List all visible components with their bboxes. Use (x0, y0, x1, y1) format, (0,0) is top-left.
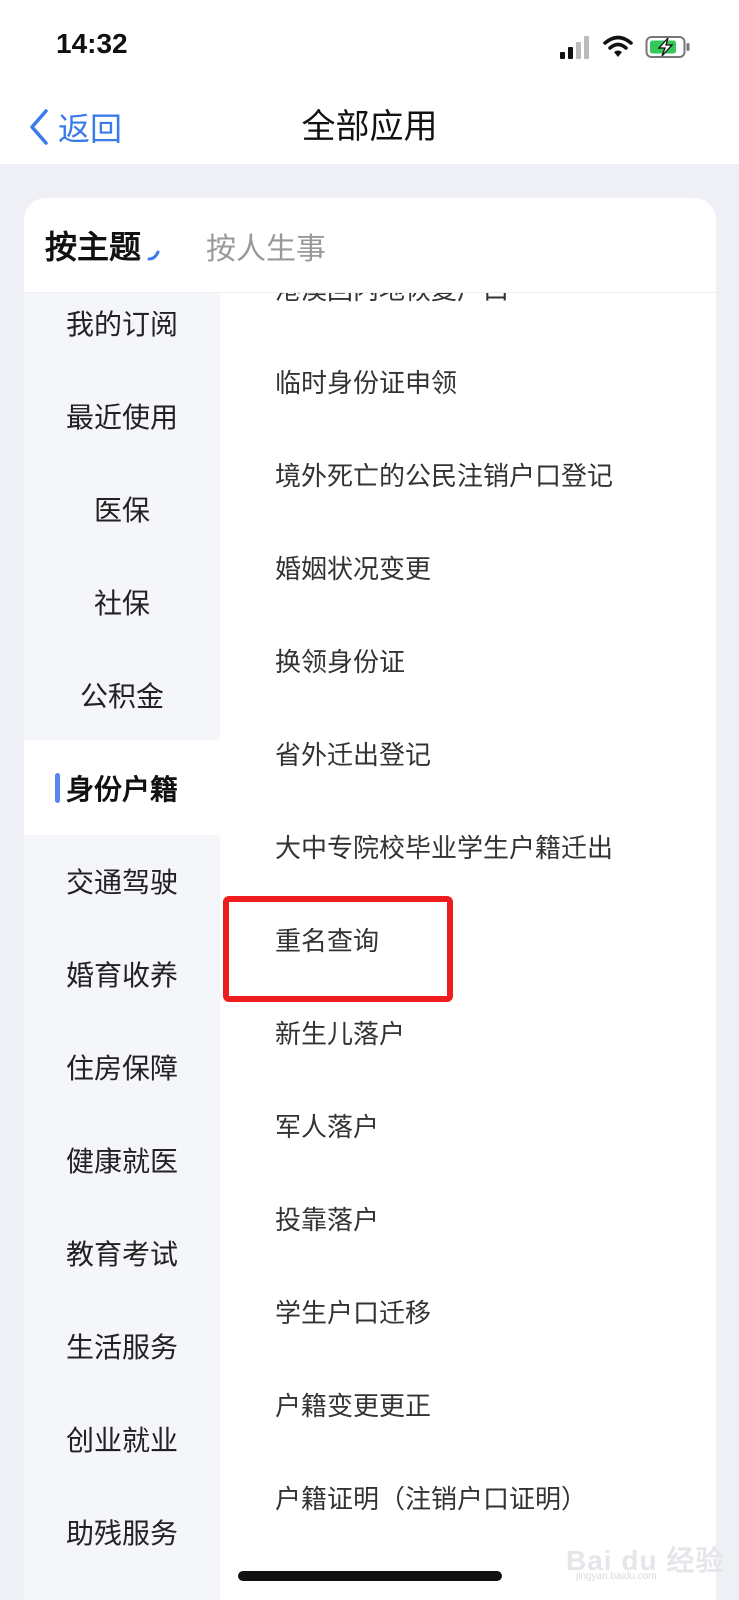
sidebar-item-traffic-driving[interactable]: 交通驾驶 (24, 833, 220, 928)
navigation-bar: 全部应用 返回 (0, 90, 739, 164)
sidebar-item-employment[interactable]: 创业就业 (24, 1391, 220, 1486)
highlight-box (223, 896, 453, 1002)
back-button[interactable]: 返回 (26, 102, 122, 152)
list-item[interactable]: 换领身份证 (275, 643, 405, 683)
list-item[interactable]: 港澳回内地恢复户口 (275, 293, 509, 311)
list-item[interactable]: 军人落户 (275, 1108, 379, 1148)
sidebar-item-health[interactable]: 健康就医 (24, 1112, 220, 1207)
category-sidebar: 我的订阅 最近使用 医保 社保 公积金 身份户籍 交通驾驶 婚育收养 住房保障 … (24, 293, 220, 1600)
list-item[interactable]: 临时身份证申领 (275, 364, 457, 404)
sidebar-item-life-services[interactable]: 生活服务 (24, 1298, 220, 1393)
tab-by-theme[interactable]: 按主题 (45, 222, 141, 268)
sidebar-item-recent[interactable]: 最近使用 (24, 368, 220, 463)
active-tab-swoosh-icon (147, 250, 160, 261)
status-time: 14:32 (56, 28, 128, 59)
sidebar-item-marriage-adoption[interactable]: 婚育收养 (24, 926, 220, 1021)
list-item[interactable]: 学生户口迁移 (275, 1294, 431, 1334)
status-icons (559, 34, 691, 60)
sidebar-item-disability-services[interactable]: 助残服务 (24, 1484, 220, 1579)
wifi-icon (603, 35, 633, 57)
home-indicator[interactable] (238, 1571, 502, 1581)
active-indicator (55, 773, 60, 803)
chevron-left-icon (30, 109, 48, 145)
watermark: Bai du 经验 jingyan.baidu.com (566, 1525, 726, 1585)
list-item[interactable]: 新生儿落户 (275, 1015, 405, 1055)
list-item[interactable]: 户籍证明（注销户口证明） (275, 1480, 587, 1520)
list-item[interactable]: 省外迁出登记 (275, 736, 431, 776)
tab-by-life-event[interactable]: 按人生事 (206, 224, 326, 268)
sidebar-item-medical-insurance[interactable]: 医保 (24, 461, 220, 556)
sidebar-item-social-security[interactable]: 社保 (24, 554, 220, 649)
back-label: 返回 (58, 110, 123, 148)
battery-charging-icon (645, 36, 690, 58)
status-bar: 14:32 (0, 0, 739, 90)
sidebar-item-subscriptions[interactable]: 我的订阅 (24, 275, 220, 370)
list-item[interactable]: 户籍变更更正 (275, 1387, 431, 1427)
list-item[interactable]: 投靠落户 (275, 1201, 379, 1241)
list-item[interactable]: 婚姻状况变更 (275, 550, 431, 590)
list-item[interactable]: 大中专院校毕业学生户籍迁出 (275, 829, 613, 869)
sidebar-item-education[interactable]: 教育考试 (24, 1205, 220, 1300)
list-item[interactable]: 境外死亡的公民注销户口登记 (275, 457, 613, 497)
signal-icon (560, 36, 589, 59)
sidebar-item-label: 身份户籍 (65, 772, 178, 806)
watermark-url: jingyan.baidu.com (576, 1571, 657, 1582)
sidebar-item-housing-security[interactable]: 住房保障 (24, 1019, 220, 1114)
sidebar-item-identity-household[interactable]: 身份户籍 (24, 740, 220, 835)
sidebar-item-housing-fund[interactable]: 公积金 (24, 647, 220, 742)
